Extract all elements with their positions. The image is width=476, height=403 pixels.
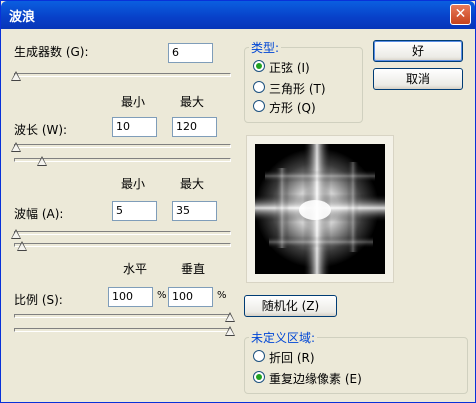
amplitude-max-input[interactable]: 35 [172, 201, 217, 221]
cancel-button[interactable]: 取消 [373, 68, 463, 90]
type-group-title: 类型: [249, 39, 282, 56]
wavelength-max-header: 最大 [180, 95, 205, 109]
wave-dialog: 波浪 ✕ 生成器数 (G): 6 最小 最大 波长 (W): 10 120 最小… [0, 0, 476, 403]
wave-preview-image [255, 144, 385, 274]
type-square-radio[interactable] [253, 100, 265, 112]
type-triangle-label[interactable]: 三角形 (T) [269, 80, 326, 97]
wrap-around-radio[interactable] [253, 350, 265, 362]
wavelength-max-input[interactable]: 120 [172, 117, 217, 137]
repeat-edge-pixels-radio[interactable] [253, 371, 265, 383]
scale-vertical-header: 垂直 [181, 262, 206, 276]
amplitude-max-slider-thumb[interactable] [17, 241, 27, 251]
wavelength-max-slider-thumb[interactable] [37, 156, 47, 166]
wavelength-min-slider-thumb[interactable] [11, 142, 21, 152]
title-bar[interactable]: 波浪 ✕ [1, 1, 475, 29]
randomize-button[interactable]: 随机化 (Z) [244, 295, 337, 317]
wavelength-min-slider-track[interactable] [14, 144, 231, 148]
undefined-area-title: 未定义区域: [249, 329, 318, 346]
preview-frame [246, 135, 394, 283]
type-square-label[interactable]: 方形 (Q) [269, 99, 316, 116]
type-triangle-radio[interactable] [253, 81, 265, 93]
type-sine-label[interactable]: 正弦 (I) [269, 59, 310, 76]
type-sine-radio[interactable] [253, 60, 265, 72]
scale-vertical-slider-track[interactable] [14, 328, 231, 332]
wrap-around-label[interactable]: 折回 (R) [269, 349, 315, 366]
scale-vertical-input[interactable]: 100 [168, 287, 213, 307]
amplitude-max-header: 最大 [180, 177, 205, 191]
scale-label: 比例 (S): [14, 293, 63, 307]
generators-slider-thumb[interactable] [11, 71, 21, 81]
scale-horizontal-slider-track[interactable] [14, 314, 231, 318]
amplitude-min-input[interactable]: 5 [112, 201, 157, 221]
dialog-title: 波浪 [9, 10, 36, 25]
amplitude-min-header: 最小 [121, 177, 146, 191]
ok-button[interactable]: 好 [373, 40, 463, 62]
amplitude-max-slider-track[interactable] [14, 243, 231, 247]
close-button[interactable]: ✕ [450, 4, 471, 25]
wavelength-min-header: 最小 [121, 95, 146, 109]
amplitude-min-slider-thumb[interactable] [11, 229, 21, 239]
generators-slider-track[interactable] [14, 73, 231, 77]
scale-horizontal-input[interactable]: 100 [108, 287, 153, 307]
scale-vertical-slider-thumb[interactable] [225, 326, 235, 336]
scale-horizontal-header: 水平 [123, 262, 148, 276]
repeat-edge-pixels-label[interactable]: 重复边缘像素 (E) [269, 370, 362, 387]
generators-label: 生成器数 (G): [14, 45, 89, 59]
wavelength-min-input[interactable]: 10 [112, 117, 157, 137]
scale-horizontal-slider-thumb[interactable] [225, 312, 235, 322]
generators-input[interactable]: 6 [168, 43, 213, 63]
scale-vertical-unit: % [217, 290, 227, 301]
wavelength-label: 波长 (W): [14, 123, 68, 137]
amplitude-label: 波幅 (A): [14, 207, 64, 221]
scale-horizontal-unit: % [157, 290, 167, 301]
amplitude-min-slider-track[interactable] [14, 231, 231, 235]
